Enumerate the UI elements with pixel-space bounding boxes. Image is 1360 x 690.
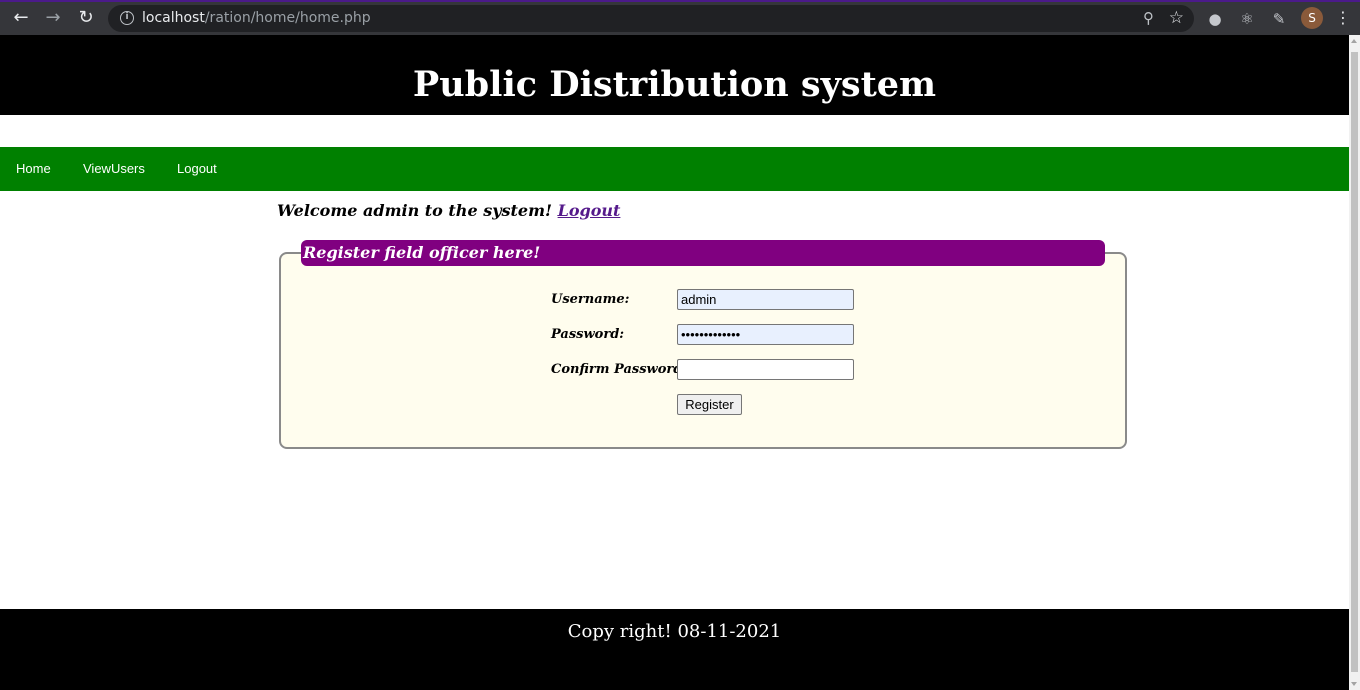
browser-toolbar: ← → ↻ i localhost/ration/home/home.php ⚲… [0, 0, 1360, 35]
nav-logout-link[interactable]: Logout [177, 161, 217, 176]
scroll-up-arrow-icon[interactable] [1351, 39, 1357, 43]
nav-home-link[interactable]: Home [16, 161, 51, 176]
extension-icon[interactable]: ● [1204, 8, 1226, 30]
site-header: Public Distribution system [0, 35, 1349, 115]
register-form-fieldset [279, 252, 1127, 449]
welcome-message: Welcome admin to the system! Logout [277, 201, 620, 220]
confirm-password-input[interactable] [677, 359, 854, 380]
key-icon[interactable]: ⚲ [1143, 9, 1154, 27]
nav-viewusers-link[interactable]: ViewUsers [83, 161, 145, 176]
site-footer: Copy right! 08-11-2021 [0, 609, 1349, 690]
back-arrow-icon[interactable]: ← [8, 6, 34, 30]
welcome-logout-link[interactable]: Logout [558, 201, 621, 220]
url-text[interactable]: localhost/ration/home/home.php [142, 10, 371, 26]
vertical-scrollbar[interactable] [1349, 35, 1360, 690]
forward-arrow-icon[interactable]: → [40, 6, 66, 30]
main-nav: Home ViewUsers Logout [0, 147, 1349, 191]
scrollbar-thumb[interactable] [1351, 52, 1358, 672]
page-viewport: Public Distribution system Home ViewUser… [0, 35, 1349, 690]
footer-copyright: Copy right! 08-11-2021 [567, 621, 782, 642]
bookmark-star-icon[interactable]: ☆ [1169, 8, 1184, 28]
kebab-menu-icon[interactable]: ⋮ [1334, 7, 1352, 29]
address-bar[interactable]: i localhost/ration/home/home.php ⚲ ☆ [108, 5, 1194, 32]
reload-icon[interactable]: ↻ [73, 6, 99, 30]
react-devtools-icon[interactable]: ⚛ [1236, 8, 1258, 30]
scroll-down-arrow-icon[interactable] [1351, 682, 1357, 686]
site-info-icon[interactable]: i [120, 11, 134, 25]
username-label: Username: [551, 292, 630, 307]
register-form-legend: Register field officer here! [301, 240, 1105, 266]
confirm-password-label: Confirm Password: [551, 362, 688, 377]
page-title: Public Distribution system [412, 64, 937, 105]
profile-avatar[interactable]: S [1301, 7, 1323, 29]
legend-text: Register field officer here! [303, 243, 541, 262]
username-input[interactable] [677, 289, 854, 310]
password-label: Password: [551, 327, 625, 342]
welcome-text: Welcome admin to the system! [277, 201, 553, 220]
puzzle-extensions-icon[interactable]: ✎ [1268, 8, 1290, 30]
password-input[interactable] [677, 324, 854, 345]
register-button[interactable]: Register [677, 394, 742, 415]
